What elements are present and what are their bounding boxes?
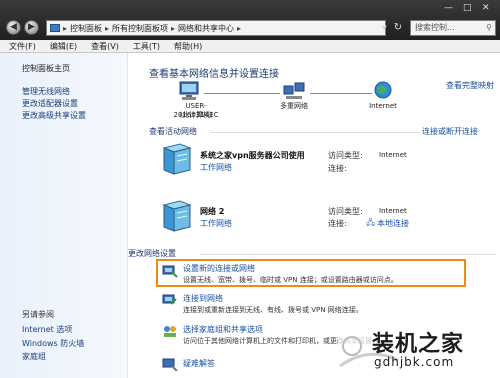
connection-label: 连接:	[328, 219, 347, 228]
troubleshoot-link[interactable]: 疑难解答	[183, 358, 215, 369]
local-connection-link[interactable]: 本地连接	[377, 218, 409, 229]
access-type-label: 访问类型:	[328, 207, 363, 216]
refresh-icon[interactable]: ↻	[392, 20, 404, 36]
menu-edit[interactable]: 编辑(E)	[50, 40, 77, 52]
address-bar[interactable]: ▸ 控制面板 ▸ 所有控制面板项 ▸ 网络和共享中心 ▸	[46, 20, 386, 36]
map-connector	[310, 93, 372, 94]
breadcrumb-item[interactable]: 所有控制面板项	[112, 23, 168, 34]
breadcrumb-item[interactable]: 控制面板	[70, 23, 102, 34]
close-button[interactable]: ✕	[482, 3, 490, 13]
homegroup-link[interactable]: 家庭组	[22, 351, 46, 362]
left-pane: 控制面板主页 管理无线网络 更改适配器设置 更改高级共享设置 另请参阅 Inte…	[0, 53, 128, 378]
back-button[interactable]: ◀	[6, 20, 21, 35]
search-input[interactable]: 搜索控制... ⚲	[410, 20, 496, 36]
map-node-internet: Internet	[369, 102, 397, 110]
network-name: 系统之家vpn服务器公司使用	[200, 151, 305, 160]
task-description: 设置无线、宽带、拨号、临时或 VPN 连接；或设置路由器或访问点。	[183, 276, 398, 284]
new-connection-icon	[162, 265, 178, 278]
maximize-button[interactable]: □	[463, 3, 472, 13]
title-bar: — □ ✕ ◀ ▶ ▸ 控制面板 ▸ 所有控制面板项 ▸ 网络和共享中心 ▸ ▼…	[0, 0, 500, 40]
search-icon[interactable]: ⚲	[486, 21, 492, 35]
network-name: 网络 2	[200, 207, 225, 216]
menu-view[interactable]: 查看(V)	[91, 40, 119, 52]
task-description: 连接到或重新连接到无线、有线、拨号或 VPN 网络连接。	[183, 306, 363, 314]
troubleshoot-icon	[162, 358, 178, 371]
change-settings-heading: 更改网络设置	[128, 249, 176, 258]
watermark-title: 装机之家	[372, 332, 465, 357]
connect-disconnect-link[interactable]: 连接或断开连接	[422, 126, 478, 137]
see-also-heading: 另请参阅	[22, 310, 54, 319]
active-networks-heading: 查看活动网络	[149, 127, 197, 136]
computer-icon	[179, 81, 199, 100]
internet-options-link[interactable]: Internet 选项	[22, 324, 72, 335]
watermark-url: gdhjbk.com	[374, 355, 455, 369]
forward-button[interactable]: ▶	[24, 20, 39, 35]
menu-tools[interactable]: 工具(T)	[133, 40, 160, 52]
homegroup-icon	[164, 326, 176, 337]
access-type-value: Internet	[379, 207, 407, 215]
advanced-sharing-link[interactable]: 更改高级共享设置	[22, 110, 86, 121]
homegroup-sharing-link[interactable]: 选择家庭组和共享选项	[183, 324, 263, 335]
map-node-computer-sub: (此计算机)	[179, 111, 213, 119]
menu-file[interactable]: 文件(F)	[9, 40, 36, 52]
map-connector	[204, 93, 280, 94]
multiple-networks-icon	[283, 82, 305, 99]
breadcrumb-item[interactable]: 网络和共享中心	[178, 23, 234, 34]
address-dropdown-icon[interactable]: ▼	[378, 20, 390, 36]
network-server-icon	[162, 143, 192, 175]
firewall-link[interactable]: Windows 防火墙	[22, 338, 84, 349]
menu-help[interactable]: 帮助(H)	[174, 40, 202, 52]
map-node-networks: 多重网络	[280, 102, 308, 110]
connect-network-icon	[162, 294, 177, 305]
manage-wireless-link[interactable]: 管理无线网络	[22, 86, 70, 97]
globe-icon	[374, 81, 392, 99]
access-type-value: Internet	[379, 151, 407, 159]
page-title: 查看基本网络信息并设置连接	[149, 69, 279, 80]
local-connection-icon: 🖧	[366, 218, 375, 227]
network-type-link[interactable]: 工作网络	[200, 162, 232, 173]
network-type-link[interactable]: 工作网络	[200, 218, 232, 229]
full-map-link[interactable]: 查看完整映射	[446, 80, 494, 91]
connect-to-network-link[interactable]: 连接到网络	[183, 293, 223, 304]
network-server-icon	[162, 200, 192, 232]
minimize-button[interactable]: —	[444, 3, 453, 13]
control-panel-home-link[interactable]: 控制面板主页	[22, 63, 70, 74]
access-type-label: 访问类型:	[328, 151, 363, 160]
menu-bar: 文件(F) 编辑(E) 查看(V) 工具(T) 帮助(H)	[0, 40, 500, 53]
connection-label: 连接:	[328, 164, 347, 173]
control-panel-icon	[50, 24, 60, 32]
setup-new-connection-link[interactable]: 设置新的连接或网络	[183, 263, 255, 274]
change-adapter-link[interactable]: 更改适配器设置	[22, 98, 78, 109]
